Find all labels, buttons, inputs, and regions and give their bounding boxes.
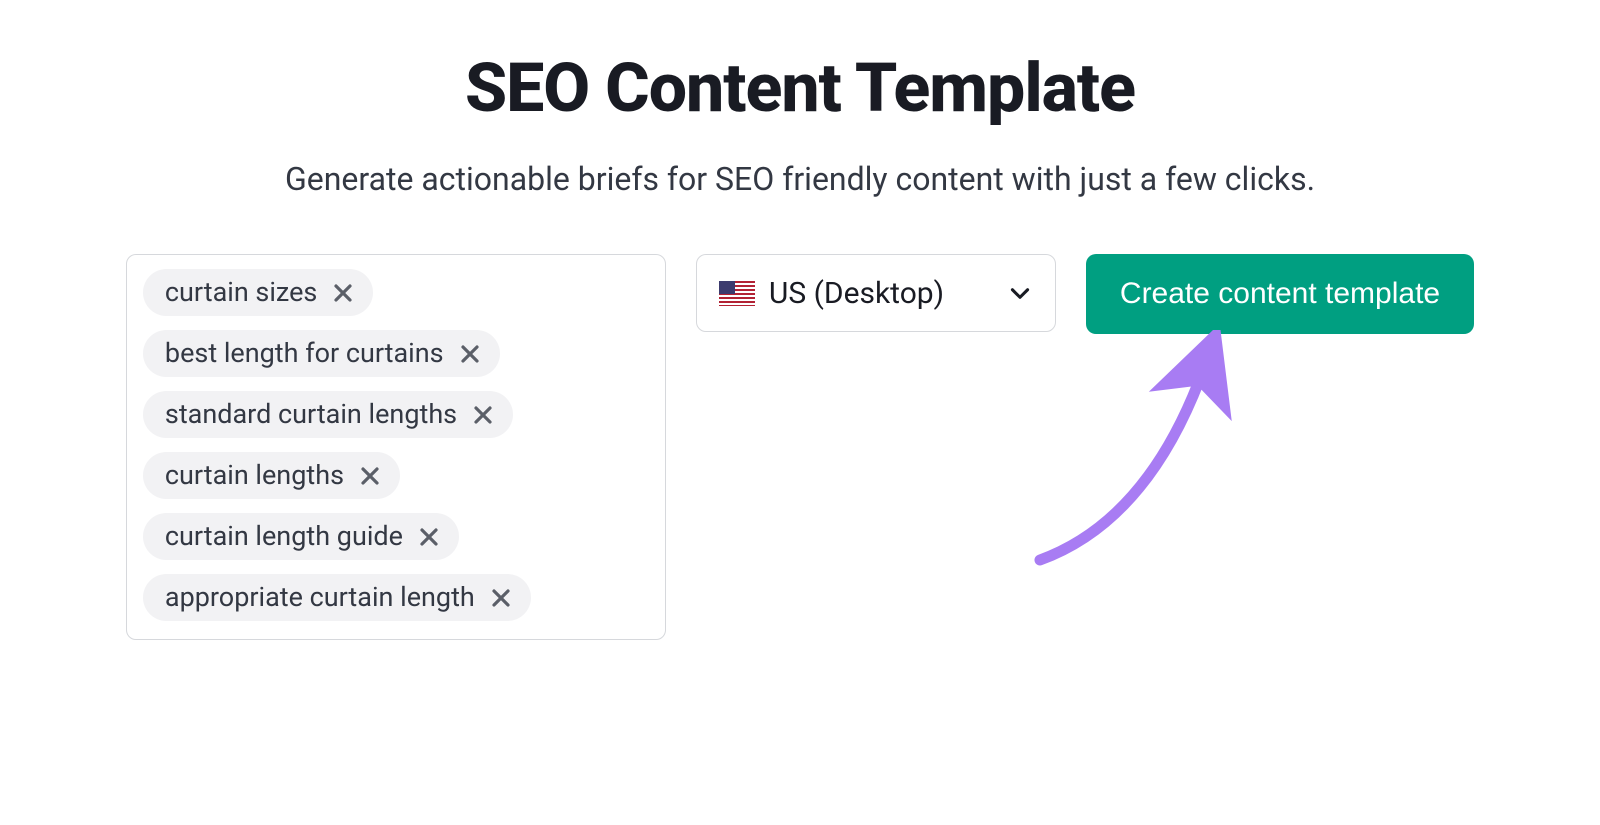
page-title: SEO Content Template xyxy=(0,48,1600,128)
keyword-chip[interactable]: best length for curtains xyxy=(143,330,500,377)
keyword-chip[interactable]: standard curtain lengths xyxy=(143,391,513,438)
keywords-input-box[interactable]: curtain sizes best length for curtains s… xyxy=(126,254,666,640)
close-icon[interactable] xyxy=(417,525,441,549)
keyword-chip-label: curtain length guide xyxy=(165,523,403,550)
create-content-template-button[interactable]: Create content template xyxy=(1086,254,1474,334)
keyword-chip-label: standard curtain lengths xyxy=(165,401,457,428)
keyword-chip-label: appropriate curtain length xyxy=(165,584,475,611)
close-icon[interactable] xyxy=(489,586,513,610)
close-icon[interactable] xyxy=(471,403,495,427)
chevron-down-icon xyxy=(1007,280,1033,306)
region-label: US (Desktop) xyxy=(769,276,1007,311)
region-select[interactable]: US (Desktop) xyxy=(696,254,1056,332)
us-flag-icon xyxy=(719,281,755,306)
close-icon[interactable] xyxy=(458,342,482,366)
keyword-chip-label: curtain lengths xyxy=(165,462,344,489)
page-subtitle: Generate actionable briefs for SEO frien… xyxy=(0,160,1600,198)
keyword-chip-label: curtain sizes xyxy=(165,279,317,306)
keyword-chip-label: best length for curtains xyxy=(165,340,444,367)
close-icon[interactable] xyxy=(331,281,355,305)
close-icon[interactable] xyxy=(358,464,382,488)
keyword-chip[interactable]: curtain lengths xyxy=(143,452,400,499)
keyword-chip[interactable]: appropriate curtain length xyxy=(143,574,531,621)
keyword-chip[interactable]: curtain length guide xyxy=(143,513,459,560)
keyword-chip[interactable]: curtain sizes xyxy=(143,269,373,316)
